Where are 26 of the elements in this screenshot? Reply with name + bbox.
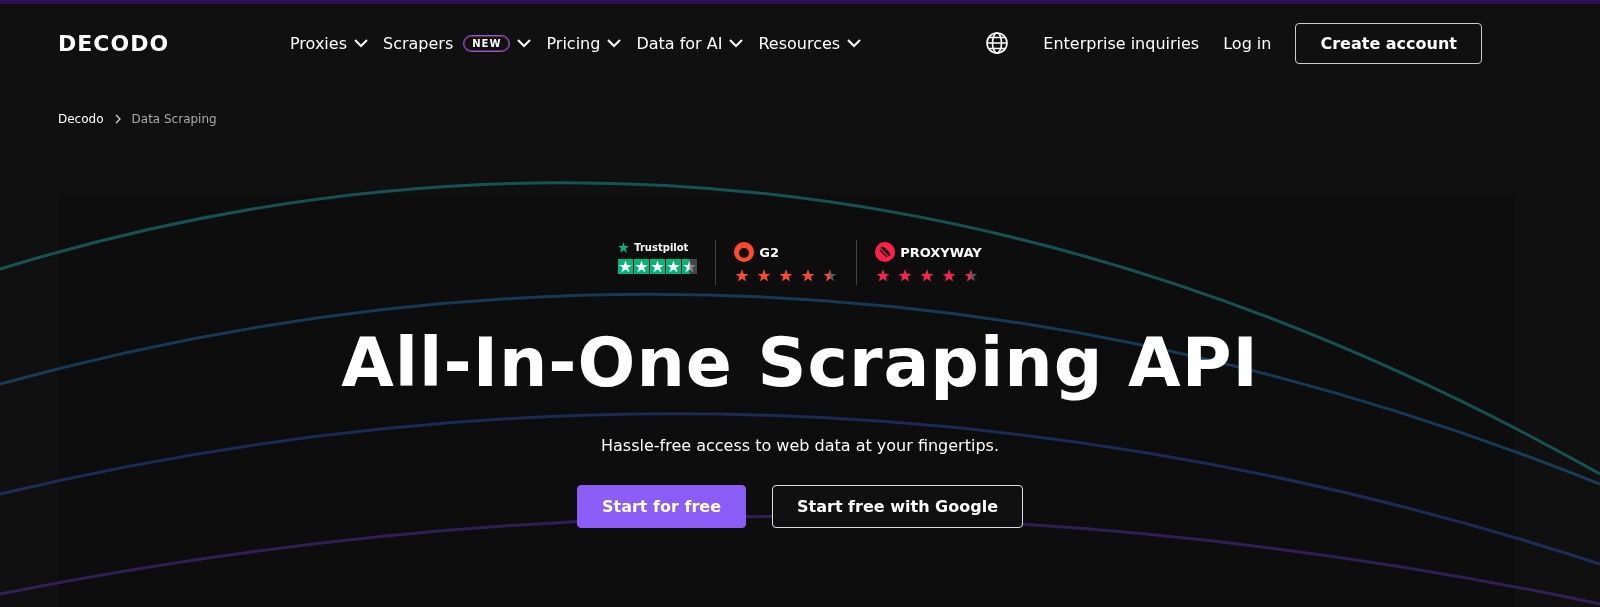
chevron-down-icon [606, 38, 623, 48]
nav-menu-item[interactable]: Pricing [546, 33, 623, 53]
breadcrumb-link[interactable]: Decodo [58, 112, 104, 126]
breadcrumb-link[interactable]: Data Scraping [131, 112, 217, 126]
rating-source: PROXYWAY [900, 244, 982, 260]
logo[interactable]: DECODO [58, 30, 290, 56]
chevron-right-icon [113, 114, 122, 124]
nav-menu-item[interactable]: Scrapers NEW [383, 33, 533, 53]
globe-icon[interactable] [985, 31, 1010, 55]
nav-menu-item[interactable]: Resources [758, 33, 863, 53]
nav-menu-item[interactable]: Proxies [290, 33, 369, 53]
google-signup-button[interactable]: Start free with Google [772, 485, 1023, 528]
rating-source: G2 [759, 244, 779, 260]
header-link[interactable]: Enterprise inquiries [1043, 33, 1200, 53]
start-free-button[interactable]: Start for free [577, 485, 747, 528]
nav-menu-item[interactable]: Data for AI [636, 33, 745, 53]
header-link[interactable]: Log in [1223, 33, 1272, 53]
hero-subtitle: Hassle-free access to web data at your fingertips. [601, 436, 999, 455]
rating-source: Trustpilot [634, 242, 689, 253]
chevron-down-icon [728, 38, 745, 48]
chevron-down-icon [846, 38, 863, 48]
create-account-button[interactable]: Create account [1295, 22, 1482, 64]
star-icon [618, 242, 630, 253]
hero-title: All-In-One Scraping API [341, 323, 1259, 402]
chevron-down-icon [353, 38, 369, 48]
chevron-down-icon [516, 38, 533, 48]
